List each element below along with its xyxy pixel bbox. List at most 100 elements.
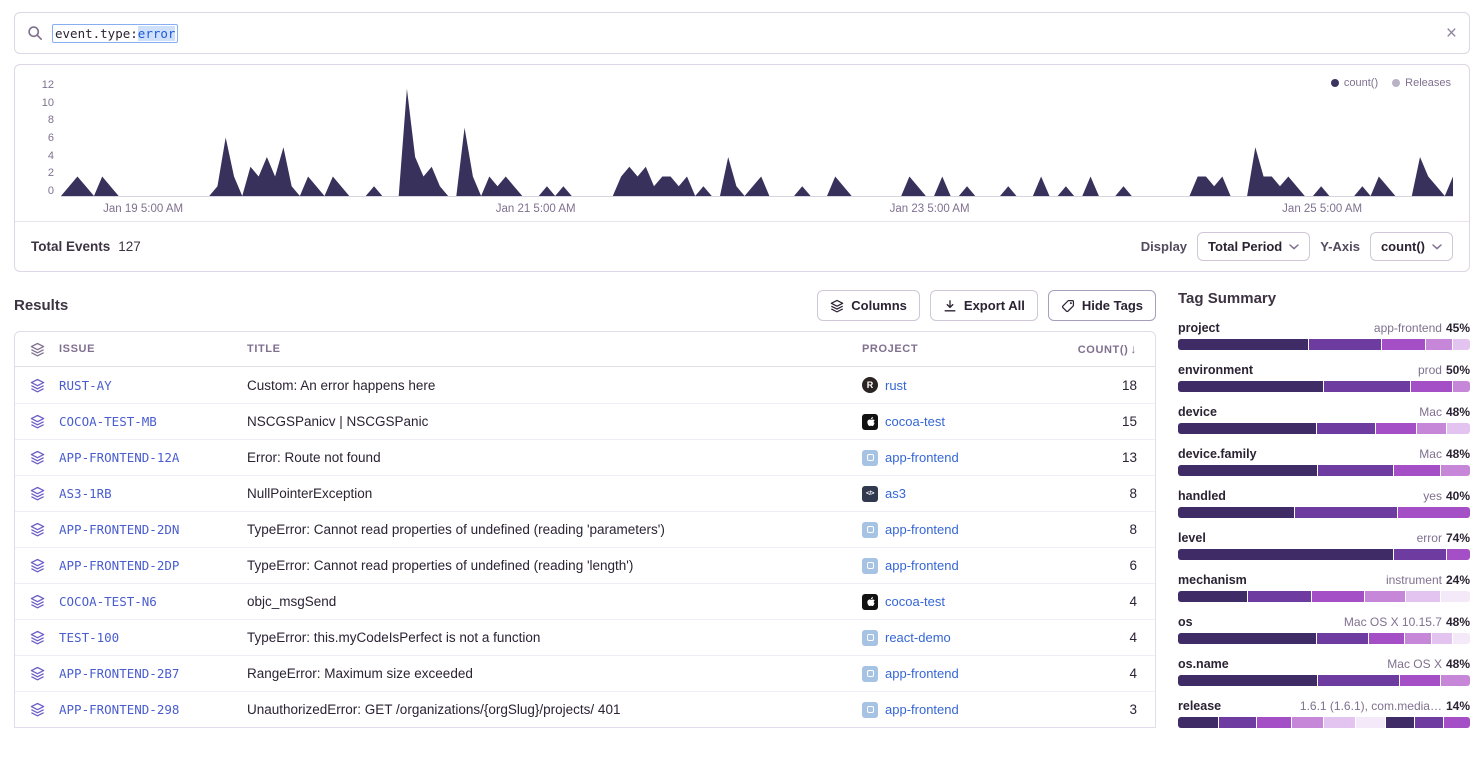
project-link[interactable]: app-frontend [862,702,1067,718]
tag-bar-segment[interactable] [1398,507,1471,518]
issue-link[interactable]: APP-FRONTEND-12A [59,450,247,465]
tag-name: release [1178,699,1221,713]
hide-tags-button[interactable]: Hide Tags [1048,290,1156,321]
project-link[interactable]: app-frontend [862,558,1067,574]
issue-link[interactable]: RUST-AY [59,378,247,393]
tag-bar-segment[interactable] [1453,381,1470,392]
tag-item: project app-frontend45% [1178,321,1470,350]
issue-link[interactable]: COCOA-TEST-N6 [59,594,247,609]
display-dropdown[interactable]: Total Period [1197,232,1310,261]
layers-icon [830,299,844,313]
issue-link[interactable]: COCOA-TEST-MB [59,414,247,429]
tag-bar[interactable] [1178,507,1470,518]
project-name: cocoa-test [885,414,945,429]
tag-bar[interactable] [1178,423,1470,434]
export-all-button[interactable]: Export All [930,290,1038,321]
tag-bar-segment[interactable] [1317,423,1375,434]
tag-bar[interactable] [1178,465,1470,476]
tag-bar-segment[interactable] [1257,717,1291,728]
search-query-token[interactable]: event.type:error [52,24,178,43]
tag-bar-segment[interactable] [1178,549,1393,560]
project-name: react-demo [885,630,951,645]
tag-bar-segment[interactable] [1432,633,1452,644]
tag-bar-segment[interactable] [1248,591,1311,602]
tag-bar-segment[interactable] [1178,633,1316,644]
tag-item: device.family Mac48% [1178,447,1470,476]
project-link[interactable]: app-frontend [862,450,1067,466]
tag-bar[interactable] [1178,381,1470,392]
tag-bar-segment[interactable] [1178,675,1317,686]
tag-bar-segment[interactable] [1394,549,1446,560]
tag-bar-segment[interactable] [1441,675,1470,686]
tag-bar-segment[interactable] [1178,339,1308,350]
tag-bar-segment[interactable] [1178,423,1316,434]
tag-bar-segment[interactable] [1417,423,1446,434]
tag-bar[interactable] [1178,675,1470,686]
tag-bar-segment[interactable] [1356,717,1384,728]
tag-bar-segment[interactable] [1411,381,1451,392]
project-link[interactable]: app-frontend [862,522,1067,538]
tag-bar-segment[interactable] [1426,339,1452,350]
tag-bar-segment[interactable] [1178,717,1218,728]
tag-bar-segment[interactable] [1441,591,1470,602]
tag-bar-segment[interactable] [1405,633,1431,644]
tag-bar-segment[interactable] [1400,675,1440,686]
search-bar[interactable]: event.type:error × [14,12,1470,54]
project-name: rust [885,378,907,393]
tag-bar[interactable] [1178,717,1470,728]
tag-bar-segment[interactable] [1178,465,1317,476]
tag-name: device.family [1178,447,1257,461]
tag-bar-segment[interactable] [1309,339,1381,350]
total-events-value: 127 [118,239,141,254]
tag-bar-segment[interactable] [1324,717,1355,728]
project-link[interactable]: cocoa-test [862,594,1067,610]
tag-bar-segment[interactable] [1394,465,1440,476]
tag-bar-segment[interactable] [1317,633,1369,644]
tag-bar-segment[interactable] [1447,423,1470,434]
tag-bar-segment[interactable] [1382,339,1425,350]
project-link[interactable]: react-demo [862,630,1067,646]
tag-bar-segment[interactable] [1447,549,1470,560]
tag-bar-segment[interactable] [1376,423,1416,434]
events-area-chart[interactable] [61,79,1453,197]
issue-link[interactable]: AS3-1RB [59,486,247,501]
clear-search-icon[interactable]: × [1446,24,1457,43]
tag-bar[interactable] [1178,549,1470,560]
tag-bar[interactable] [1178,633,1470,644]
tag-bar-segment[interactable] [1178,381,1323,392]
tag-bar-segment[interactable] [1369,633,1403,644]
tag-bar-segment[interactable] [1318,675,1399,686]
tag-bar[interactable] [1178,339,1470,350]
project-link[interactable]: cocoa-test [862,414,1067,430]
tag-bar-segment[interactable] [1292,717,1323,728]
tag-bar-segment[interactable] [1178,507,1294,518]
columns-button[interactable]: Columns [817,290,920,321]
header-count-sort[interactable]: COUNT()↓ [1067,342,1155,356]
tag-bar-segment[interactable] [1318,465,1393,476]
tag-bar-segment[interactable] [1178,591,1247,602]
project-link[interactable]: R rust [862,377,1067,393]
download-icon [943,299,957,313]
tag-bar-segment[interactable] [1324,381,1411,392]
tag-bar-segment[interactable] [1312,591,1364,602]
tag-bar-segment[interactable] [1444,717,1470,728]
tag-bar-segment[interactable] [1295,507,1397,518]
issue-link[interactable]: APP-FRONTEND-2DN [59,522,247,537]
tag-bar-segment[interactable] [1415,717,1443,728]
tag-bar-segment[interactable] [1365,591,1405,602]
project-link[interactable]: </> as3 [862,486,1067,502]
tag-bar-segment[interactable] [1219,717,1256,728]
tag-bar-segment[interactable] [1453,339,1470,350]
apple-platform-icon [862,594,878,610]
tag-bar-segment[interactable] [1386,717,1414,728]
y-axis-dropdown[interactable]: count() [1370,232,1453,261]
tag-bar-segment[interactable] [1406,591,1440,602]
tag-bar[interactable] [1178,591,1470,602]
issue-link[interactable]: TEST-100 [59,630,247,645]
issue-link[interactable]: APP-FRONTEND-298 [59,702,247,717]
project-link[interactable]: app-frontend [862,666,1067,682]
issue-link[interactable]: APP-FRONTEND-2DP [59,558,247,573]
tag-bar-segment[interactable] [1441,465,1470,476]
issue-link[interactable]: APP-FRONTEND-2B7 [59,666,247,681]
tag-bar-segment[interactable] [1453,633,1470,644]
